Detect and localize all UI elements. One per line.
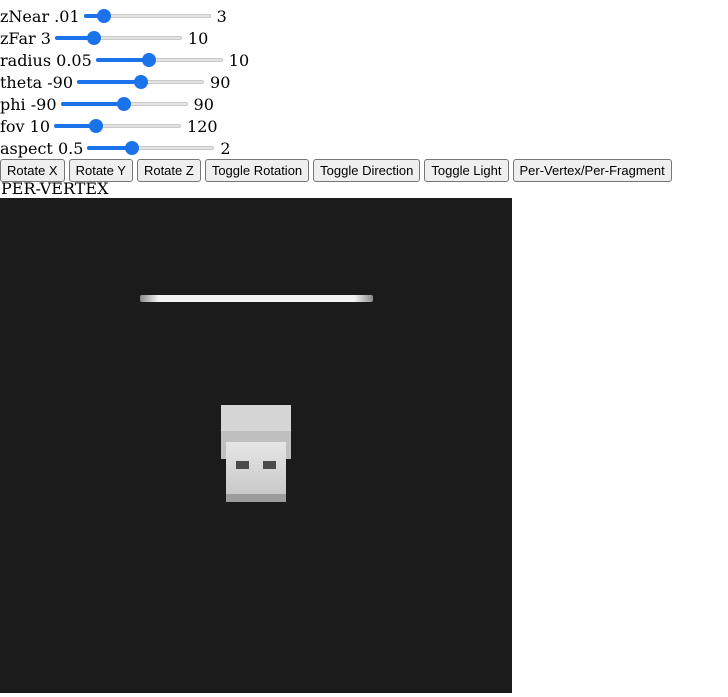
znear-slider[interactable]: [83, 8, 211, 24]
slider-row-phi: phi -90 90: [0, 93, 214, 115]
slider-row-fov: fov 10 120: [0, 115, 218, 137]
aspect-min-label: aspect 0.5: [0, 138, 84, 158]
webgl-canvas[interactable]: [0, 198, 512, 693]
fov-min-label: fov 10: [0, 116, 51, 136]
theta-min-label: theta -90: [0, 72, 74, 92]
phi-slider-fill: [60, 102, 125, 106]
slider-row-radius: radius 0.05 10: [0, 49, 249, 71]
slider-row-zfar: zFar 3 10: [0, 27, 208, 49]
phi-slider-thumb[interactable]: [117, 97, 132, 111]
phi-slider[interactable]: [60, 96, 188, 112]
light-bar: [140, 295, 373, 302]
object-hole-right: [263, 461, 276, 469]
rotate-z-button[interactable]: Rotate Z: [136, 159, 201, 182]
znear-slider-thumb[interactable]: [96, 9, 111, 23]
radius-slider-fill: [95, 58, 150, 62]
radius-min-label: radius 0.05: [0, 50, 92, 70]
radius-slider[interactable]: [95, 52, 223, 68]
toggle-rotation-button[interactable]: Toggle Rotation: [204, 159, 310, 182]
znear-max-label: 3: [216, 6, 227, 26]
zfar-min-label: zFar 3: [0, 28, 51, 48]
theta-slider[interactable]: [77, 74, 205, 90]
object-lower-edge: [226, 494, 286, 502]
aspect-slider-thumb[interactable]: [124, 141, 139, 155]
object-hole-left: [236, 461, 249, 469]
aspect-max-label: 2: [220, 138, 231, 158]
radius-slider-thumb[interactable]: [142, 53, 157, 67]
fov-slider-thumb[interactable]: [88, 119, 103, 133]
zfar-slider-thumb[interactable]: [87, 31, 102, 45]
slider-row-znear: zNear .01 3: [0, 5, 227, 27]
phi-max-label: 90: [193, 94, 214, 114]
shading-mode-label: PER-VERTEX: [1, 179, 109, 198]
aspect-slider[interactable]: [87, 140, 215, 156]
zfar-max-label: 10: [187, 28, 209, 48]
shading-mode-button[interactable]: Per-Vertex/Per-Fragment: [512, 159, 672, 182]
theta-max-label: 90: [210, 72, 231, 92]
slider-row-theta: theta -90 90: [0, 71, 230, 93]
object-upper-block-face: [221, 405, 291, 431]
theta-slider-thumb[interactable]: [133, 75, 148, 89]
toggle-direction-button[interactable]: Toggle Direction: [313, 159, 421, 182]
slider-row-aspect: aspect 0.5 2: [0, 137, 231, 159]
object-lower-block: [226, 442, 286, 502]
fov-slider[interactable]: [54, 118, 182, 134]
zfar-slider[interactable]: [54, 30, 182, 46]
znear-min-label: zNear .01: [0, 6, 80, 26]
scene-render: [140, 295, 373, 502]
phi-min-label: phi -90: [0, 94, 57, 114]
toggle-light-button[interactable]: Toggle Light: [424, 159, 509, 182]
theta-slider-fill: [77, 80, 141, 84]
fov-max-label: 120: [187, 116, 218, 136]
radius-max-label: 10: [228, 50, 250, 70]
